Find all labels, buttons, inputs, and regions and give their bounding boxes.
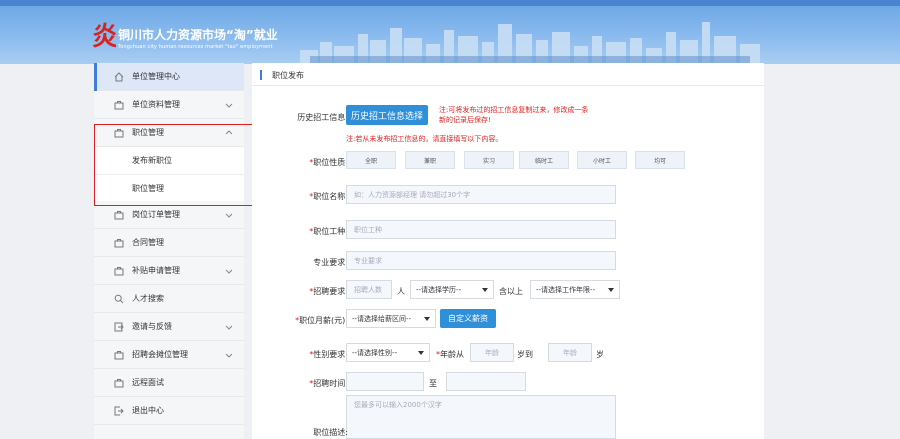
age-label: *年龄从 <box>436 350 464 359</box>
main-panel: 职位发布 历史招工信息: 历史招工信息选择 注:可将发布过的招工信息复制过来，修… <box>252 63 764 439</box>
sidebar-item-logout[interactable]: 退出中心 <box>94 397 244 425</box>
svg-text:炎: 炎 <box>92 22 116 50</box>
sidebar-item-subsidy-management[interactable]: 补贴申请管理 <box>94 257 244 285</box>
briefcase-icon <box>114 378 124 387</box>
recruit-count-input[interactable]: 招聘人数 <box>346 280 392 299</box>
chevron-down-icon <box>225 353 233 358</box>
home-icon <box>114 71 124 81</box>
history-note-line: 新的记录后保存! <box>439 116 491 124</box>
city-skyline-image <box>300 22 760 64</box>
age-from-input[interactable]: 年龄 <box>470 343 514 362</box>
age-mid-text: 岁到 <box>517 350 533 359</box>
sidebar-item-remote-interview[interactable]: 远程面试 <box>94 369 244 397</box>
site-subtitle: Tongchuan city human resources market "t… <box>118 44 273 50</box>
sidebar-item-label: 人才搜索 <box>132 294 164 303</box>
major-label: 专业要求: <box>313 258 348 267</box>
briefcase-icon <box>114 100 124 109</box>
panel-header: 职位发布 <box>252 63 764 86</box>
job-description-label: 职位描述: <box>313 428 348 437</box>
sidebar-item-talent-search[interactable]: 人才搜索 <box>94 285 244 313</box>
chevron-down-icon <box>225 103 233 108</box>
history-note: 注:可将发布过的招工信息复制过来，修改成一条 新的记录后保存! <box>439 105 639 125</box>
sidebar-item-company-center[interactable]: 单位管理中心 <box>94 63 244 91</box>
nature-option-temporary[interactable]: 临时工 <box>519 151 569 169</box>
header-accent-bar <box>260 70 262 80</box>
nature-option-fulltime[interactable]: 全职 <box>346 151 396 169</box>
job-name-label: *职位名称: <box>309 192 348 201</box>
salary-range-select[interactable]: --请选择给薪区间-- <box>346 309 436 328</box>
page-title: 职位发布 <box>272 71 304 80</box>
logout-icon <box>114 406 124 415</box>
nature-option-hourly[interactable]: 小时工 <box>577 151 627 169</box>
sidebar-item-label: 退出中心 <box>132 406 164 415</box>
date-separator-text: 至 <box>429 379 437 388</box>
sidebar-item-jobfair-booth[interactable]: 招聘会摊位管理 <box>94 341 244 369</box>
sidebar-item-label: 邀请与反馈 <box>132 322 172 331</box>
major-input[interactable]: 专业要求 <box>346 251 616 270</box>
age-to-input[interactable]: 年龄 <box>548 343 592 362</box>
start-date-input[interactable] <box>346 372 424 391</box>
gender-select[interactable]: --请选择性别-- <box>346 343 430 362</box>
recruit-time-label: *招聘时间: <box>309 379 348 388</box>
job-nature-label: *职位性质: <box>309 158 348 167</box>
briefcase-icon <box>114 266 124 275</box>
recruit-unit-text: 人 <box>397 287 405 296</box>
sidebar-item-label: 单位资料管理 <box>132 100 180 109</box>
custom-salary-button[interactable]: 自定义薪资 <box>440 309 496 328</box>
education-suffix-text: 含以上 <box>499 287 523 296</box>
invite-icon <box>114 322 124 331</box>
nature-option-parttime[interactable]: 兼职 <box>405 151 455 169</box>
highlight-annotation-box <box>94 124 257 206</box>
site-title: 铜川市人力资源市场“淘”就业 <box>118 28 278 42</box>
history-note-line: 注:可将发布过的招工信息复制过来，修改成一条 <box>439 106 589 114</box>
site-banner: 炎 铜川市人力资源市场“淘”就业 Tongchuan city human re… <box>0 6 900 64</box>
briefcase-icon <box>114 350 124 359</box>
nature-option-intern[interactable]: 实习 <box>464 151 514 169</box>
dropdown-arrow-icon <box>482 288 488 292</box>
age-suffix-text: 岁 <box>596 350 604 359</box>
experience-select[interactable]: --请选择工作年限-- <box>530 280 620 299</box>
history-select-button[interactable]: 历史招工信息选择 <box>346 105 428 125</box>
logo-icon: 炎 <box>92 22 116 50</box>
chevron-down-icon <box>225 213 233 218</box>
chevron-down-icon <box>225 325 233 330</box>
recruit-requirement-label: *招聘要求: <box>309 287 348 296</box>
first-time-note: 注:若从未发布招工信息的，请直接填写以下内容。 <box>346 135 503 143</box>
education-select[interactable]: --请选择学历-- <box>410 280 494 299</box>
dropdown-arrow-icon <box>608 288 614 292</box>
sidebar-item-invite-feedback[interactable]: 邀请与反馈 <box>94 313 244 341</box>
sidebar-item-label: 岗位订单管理 <box>132 210 180 219</box>
sidebar-item-label: 招聘会摊位管理 <box>132 350 188 359</box>
sidebar-item-label: 远程面试 <box>132 378 164 387</box>
sidebar-item-label: 补贴申请管理 <box>132 266 180 275</box>
job-name-input[interactable]: 如：人力资源部经理 请勿超过30个字 <box>346 185 616 204</box>
nature-option-any[interactable]: 均可 <box>635 151 685 169</box>
sidebar-item-label: 单位管理中心 <box>132 72 180 81</box>
gender-label: *性别要求: <box>309 350 348 359</box>
dropdown-arrow-icon <box>418 351 424 355</box>
sidebar-item-label: 合同管理 <box>132 238 164 247</box>
briefcase-icon <box>114 238 124 247</box>
briefcase-icon <box>114 210 124 219</box>
search-icon <box>114 294 124 303</box>
history-label: 历史招工信息: <box>297 113 348 122</box>
sidebar: 单位管理中心 单位资料管理 职位管理 发布新职位 职位管理 岗位订单管理 合同管… <box>94 63 244 439</box>
chevron-down-icon <box>225 269 233 274</box>
job-type-input[interactable]: 职位工种 <box>346 220 616 239</box>
sidebar-item-company-profile[interactable]: 单位资料管理 <box>94 91 244 119</box>
job-type-label: *职位工种: <box>309 227 348 236</box>
salary-label: *职位月薪(元): <box>295 316 348 325</box>
job-description-textarea[interactable]: 您最多可以输入2000个汉字 <box>346 395 616 439</box>
end-date-input[interactable] <box>446 372 526 391</box>
sidebar-item-contract-management[interactable]: 合同管理 <box>94 229 244 257</box>
dropdown-arrow-icon <box>424 317 430 321</box>
